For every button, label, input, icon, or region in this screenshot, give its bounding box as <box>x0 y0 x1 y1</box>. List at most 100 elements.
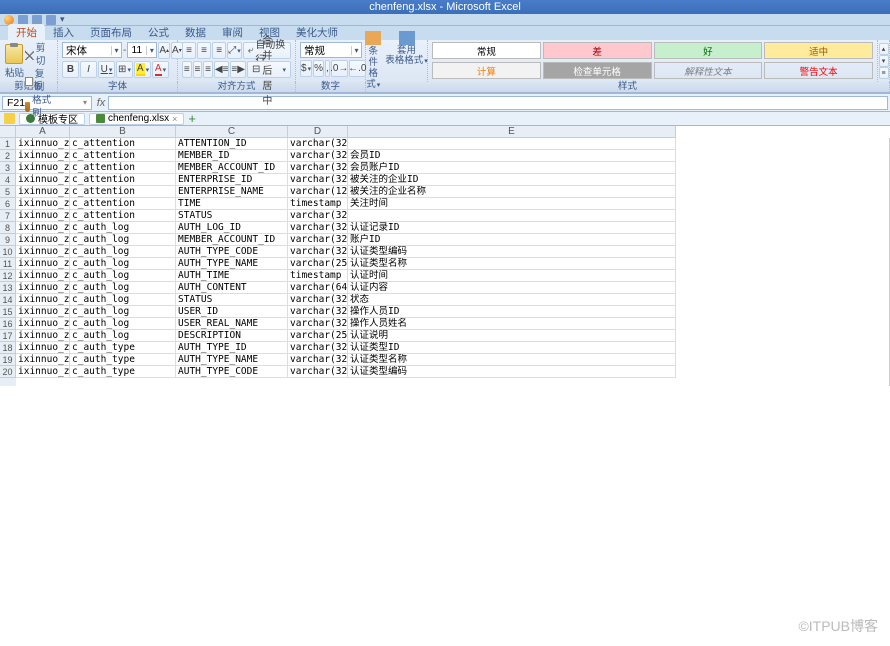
row-header[interactable]: 17 <box>0 330 16 342</box>
cell[interactable]: AUTH_TYPE_NAME <box>176 354 288 366</box>
office-button[interactable] <box>4 15 14 25</box>
font-name-input[interactable] <box>63 43 111 57</box>
cell[interactable] <box>348 138 676 150</box>
cell[interactable]: AUTH_TYPE_CODE <box>176 246 288 258</box>
row-header[interactable]: 13 <box>0 282 16 294</box>
cell[interactable]: 认证说明 <box>348 330 676 342</box>
style-neutral[interactable]: 适中 <box>764 42 873 59</box>
cell[interactable]: timestamp <box>288 198 348 210</box>
style-calc[interactable]: 计算 <box>432 62 541 79</box>
cell[interactable]: varchar(32) <box>288 318 348 330</box>
style-more-button[interactable]: ≡ <box>879 67 889 79</box>
row-header[interactable]: 6 <box>0 198 16 210</box>
merge-center-button[interactable]: ⊟合并后居中▾ <box>247 61 291 78</box>
cell[interactable]: varchar(32) <box>288 354 348 366</box>
cell[interactable]: STATUS <box>176 294 288 306</box>
cell[interactable]: ixinnuo_zxpt <box>16 234 70 246</box>
align-bottom-button[interactable]: ≡ <box>212 42 226 59</box>
cell[interactable]: ixinnuo_zxpt <box>16 138 70 150</box>
cell[interactable]: c_auth_log <box>70 258 176 270</box>
style-normal[interactable]: 常规 <box>432 42 541 59</box>
cell[interactable]: 账户ID <box>348 234 676 246</box>
cell[interactable]: 会员账户ID <box>348 162 676 174</box>
inc-decimal-button[interactable]: .0→ <box>331 60 348 77</box>
add-tab-button[interactable]: + <box>188 111 196 126</box>
font-name-combo[interactable]: ▾ <box>62 42 122 58</box>
cell[interactable]: varchar(32) <box>288 246 348 258</box>
format-painter-button[interactable]: 格式刷 <box>25 94 53 120</box>
cell[interactable]: c_attention <box>70 198 176 210</box>
cell[interactable]: ixinnuo_zxpt <box>16 342 70 354</box>
row-header[interactable]: 2 <box>0 150 16 162</box>
row-header[interactable]: 1 <box>0 138 16 150</box>
border-button[interactable]: ⊞▾ <box>116 61 133 78</box>
copy-button[interactable]: 复制 <box>25 68 53 94</box>
cell[interactable]: c_auth_type <box>70 354 176 366</box>
cell[interactable]: 认证类型名称 <box>348 354 676 366</box>
cell[interactable]: c_attention <box>70 186 176 198</box>
cell[interactable]: varchar(32) <box>288 234 348 246</box>
style-scroll-down[interactable]: ▾ <box>879 55 889 67</box>
close-icon[interactable]: × <box>172 114 177 124</box>
align-top-button[interactable]: ≡ <box>182 42 196 59</box>
row-header[interactable]: 4 <box>0 174 16 186</box>
cell[interactable]: ATTENTION_ID <box>176 138 288 150</box>
cell[interactable]: varchar(32) <box>288 162 348 174</box>
cell[interactable]: c_auth_type <box>70 366 176 378</box>
cell[interactable]: ixinnuo_zxpt <box>16 318 70 330</box>
tab-review[interactable]: 审阅 <box>214 24 251 40</box>
cell[interactable]: varchar(64) <box>288 282 348 294</box>
cell[interactable]: 认证内容 <box>348 282 676 294</box>
italic-button[interactable]: I <box>80 61 97 78</box>
fill-color-button[interactable]: A▾ <box>134 61 151 78</box>
cell[interactable]: ixinnuo_zxpt <box>16 330 70 342</box>
formula-input[interactable] <box>108 96 888 110</box>
cell[interactable]: c_auth_log <box>70 294 176 306</box>
col-header-b[interactable]: B <box>70 126 176 138</box>
tab-home[interactable]: 开始 <box>8 24 45 40</box>
cell[interactable]: c_attention <box>70 210 176 222</box>
row-header[interactable]: 3 <box>0 162 16 174</box>
row-header[interactable]: 16 <box>0 318 16 330</box>
cell[interactable]: varchar(32) <box>288 210 348 222</box>
align-center-button[interactable]: ≡ <box>193 61 203 78</box>
cell[interactable]: timestamp <box>288 270 348 282</box>
cell[interactable]: DESCRIPTION <box>176 330 288 342</box>
tab-layout[interactable]: 页面布局 <box>82 24 140 40</box>
spreadsheet-grid[interactable]: 1234567891011121314151617181920 ixinnuo_… <box>0 138 890 386</box>
cell[interactable]: AUTH_TYPE_NAME <box>176 258 288 270</box>
row-header[interactable]: 20 <box>0 366 16 378</box>
style-bad[interactable]: 差 <box>543 42 652 59</box>
cell[interactable]: c_auth_log <box>70 246 176 258</box>
col-header-c[interactable]: C <box>176 126 288 138</box>
cell[interactable]: varchar(128) <box>288 186 348 198</box>
undo-icon[interactable] <box>32 15 42 25</box>
cell[interactable]: varchar(32) <box>288 150 348 162</box>
cell[interactable]: c_auth_log <box>70 318 176 330</box>
tab-formulas[interactable]: 公式 <box>140 24 177 40</box>
row-header[interactable]: 15 <box>0 306 16 318</box>
row-header[interactable]: 5 <box>0 186 16 198</box>
cell[interactable]: ixinnuo_zxpt <box>16 258 70 270</box>
font-color-button[interactable]: A▾ <box>152 61 169 78</box>
cell[interactable]: 会员ID <box>348 150 676 162</box>
cell[interactable]: ixinnuo_zxpt <box>16 270 70 282</box>
row-header[interactable]: 19 <box>0 354 16 366</box>
conditional-format-button[interactable]: 条件格式▾ <box>365 31 381 91</box>
cell[interactable]: 认证时间 <box>348 270 676 282</box>
cell[interactable]: varchar(32) <box>288 138 348 150</box>
cell[interactable]: c_auth_log <box>70 306 176 318</box>
workbook-tab-file[interactable]: chenfeng.xlsx× <box>89 113 184 125</box>
cell[interactable]: USER_ID <box>176 306 288 318</box>
cell[interactable]: MEMBER_ACCOUNT_ID <box>176 234 288 246</box>
cell[interactable]: c_auth_type <box>70 342 176 354</box>
cell[interactable]: 关注时间 <box>348 198 676 210</box>
row-header[interactable]: 12 <box>0 270 16 282</box>
style-check[interactable]: 检查单元格 <box>543 62 652 79</box>
tab-beautify[interactable]: 美化大师 <box>288 24 346 40</box>
cell[interactable]: ixinnuo_zxpt <box>16 150 70 162</box>
save-icon[interactable] <box>18 15 28 25</box>
cell[interactable]: ENTERPRISE_ID <box>176 174 288 186</box>
col-header-a[interactable]: A <box>16 126 70 138</box>
cell[interactable]: 状态 <box>348 294 676 306</box>
